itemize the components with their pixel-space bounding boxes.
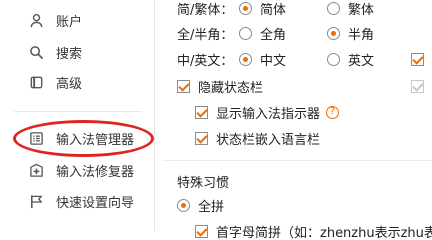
sidebar-item-label: 输入法修复器: [56, 164, 135, 180]
radio-button[interactable]: [177, 198, 190, 212]
radio-english-label: 英文: [348, 53, 375, 69]
hide-status-bar-option[interactable]: 隐藏状态栏: [177, 75, 263, 97]
help-icon[interactable]: ?: [326, 105, 340, 119]
radio-full-width[interactable]: 全角: [239, 22, 286, 44]
show-indicator-option[interactable]: 显示输入法指示器 ?: [195, 101, 340, 123]
checkbox[interactable]: [411, 52, 424, 66]
square-icon: [28, 74, 44, 90]
repair-icon: [28, 162, 44, 178]
radio-button[interactable]: [327, 1, 340, 15]
simp-trad-row: 简/繁体：: [177, 0, 233, 19]
radio-traditional-label: 繁体: [348, 2, 375, 18]
embed-lang-bar-label: 状态栏嵌入语言栏: [216, 132, 321, 148]
sidebar-item-label: 输入法管理器: [56, 132, 135, 148]
extra-checkbox-disabled[interactable]: [411, 75, 432, 97]
partial-option-label: 首字母简拼（如：zhenzhu表示zhu表示: [216, 225, 432, 240]
extra-checkbox[interactable]: [411, 48, 432, 70]
sidebar-item-quick-setup[interactable]: 快速设置向导: [28, 190, 134, 212]
flag-icon: [28, 193, 44, 209]
full-half-row: 全/半角：: [177, 22, 233, 44]
radio-chinese-label: 中文: [260, 53, 287, 69]
partial-option[interactable]: 首字母简拼（如：zhenzhu表示zhu表示: [195, 220, 432, 240]
hide-status-bar-label: 隐藏状态栏: [198, 80, 264, 96]
checkbox[interactable]: [195, 131, 208, 145]
radio-traditional[interactable]: 繁体: [327, 0, 374, 19]
radio-full-pinyin[interactable]: 全拼: [177, 194, 224, 216]
checkbox[interactable]: [195, 105, 208, 119]
radio-half-width[interactable]: 半角: [327, 22, 374, 44]
full-half-label: 全/半角：: [177, 27, 234, 43]
sidebar-item-account[interactable]: 账户: [28, 9, 82, 31]
settings-panel: 简/繁体： 简体 繁体 全/半角： 全角 半角 中/英文： 中文 英文 隐藏状态…: [155, 0, 432, 240]
sidebar-divider: [14, 111, 142, 112]
sidebar-item-advanced[interactable]: 高级: [28, 71, 82, 93]
section-title-special-habits: 特殊习惯: [177, 176, 230, 191]
sidebar-item-ime-repair[interactable]: 输入法修复器: [28, 159, 134, 181]
radio-english[interactable]: 英文: [327, 48, 374, 70]
radio-simplified[interactable]: 简体: [239, 0, 286, 19]
radio-simplified-label: 简体: [260, 2, 287, 18]
sidebar: 账户 搜索 高级 输入法管理器 输入法修复器 快速设置向导: [0, 0, 154, 231]
cn-en-row: 中/英文：: [177, 48, 233, 70]
section-divider: [163, 160, 432, 161]
radio-half-width-label: 半角: [348, 27, 375, 43]
list-icon: [28, 130, 44, 146]
radio-button[interactable]: [327, 52, 340, 66]
show-indicator-label: 显示输入法指示器: [216, 106, 321, 122]
radio-chinese[interactable]: 中文: [239, 48, 286, 70]
sidebar-item-label: 快速设置向导: [56, 195, 135, 211]
radio-button[interactable]: [239, 26, 252, 40]
sidebar-item-ime-manager[interactable]: 输入法管理器: [28, 127, 134, 149]
user-icon: [28, 12, 44, 28]
radio-button[interactable]: [239, 52, 252, 66]
sidebar-item-label: 高级: [56, 76, 83, 92]
simp-trad-label: 简/繁体：: [177, 2, 234, 18]
radio-button[interactable]: [327, 26, 340, 40]
radio-full-pinyin-label: 全拼: [198, 199, 225, 215]
search-icon: [28, 44, 44, 60]
sidebar-item-label: 账户: [56, 14, 83, 30]
sidebar-item-search[interactable]: 搜索: [28, 41, 82, 63]
cn-en-label: 中/英文：: [177, 53, 234, 69]
embed-lang-bar-option[interactable]: 状态栏嵌入语言栏: [195, 127, 320, 149]
checkbox[interactable]: [177, 79, 190, 93]
radio-full-width-label: 全角: [260, 27, 287, 43]
radio-button[interactable]: [239, 1, 252, 15]
sidebar-item-label: 搜索: [56, 46, 83, 62]
checkbox[interactable]: [411, 79, 424, 93]
checkbox[interactable]: [195, 224, 208, 238]
